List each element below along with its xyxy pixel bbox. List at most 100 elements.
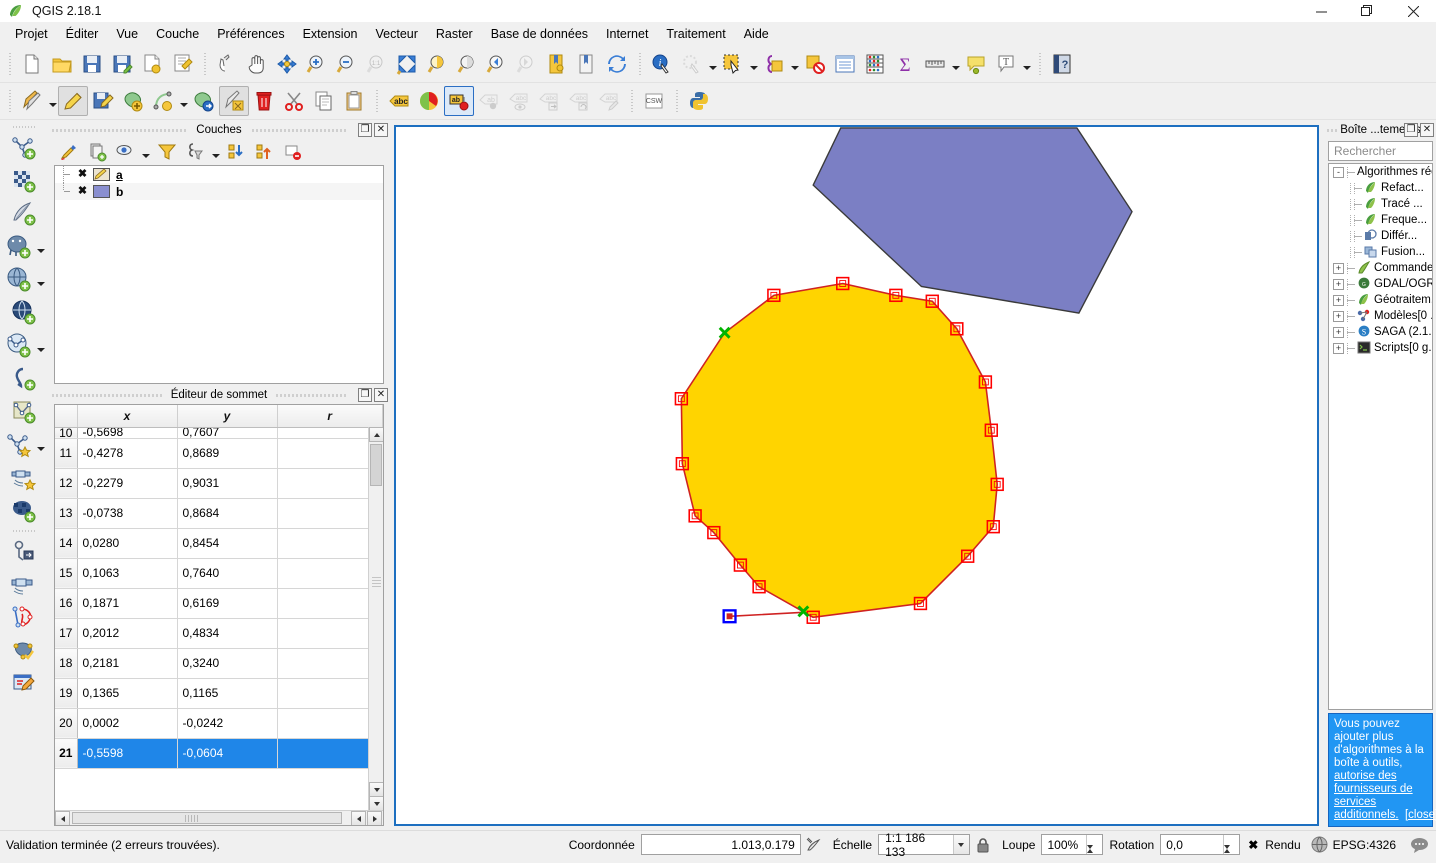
render-checkbox[interactable]: ✖: [1240, 839, 1262, 851]
zoom-out-icon[interactable]: [332, 49, 362, 79]
raster-calculator-icon[interactable]: [7, 568, 41, 601]
add-virtual-layer-icon[interactable]: [7, 494, 41, 527]
cell-x[interactable]: 0,1871: [77, 588, 178, 619]
tree-node-grass-commands[interactable]: + Commande...: [1329, 260, 1432, 276]
layer-visibility-checkbox[interactable]: ✖: [77, 169, 88, 180]
delete-selected-icon[interactable]: [249, 86, 279, 116]
tip-link[interactable]: autorise des fournisseurs de services ad…: [1334, 770, 1413, 821]
chevron-down-icon[interactable]: [210, 140, 222, 164]
cell-y[interactable]: 0,7607: [177, 427, 278, 439]
cell-r[interactable]: [277, 588, 383, 619]
globe-icon[interactable]: [1307, 836, 1333, 853]
refresh-icon[interactable]: [602, 49, 632, 79]
pan-to-selection-icon[interactable]: [272, 49, 302, 79]
cell-y[interactable]: 0,4834: [177, 618, 278, 649]
processing-toolbox-close-button[interactable]: ✕: [1420, 123, 1434, 137]
pan-map-icon[interactable]: [242, 49, 272, 79]
layer-item-b[interactable]: ✖ b: [55, 183, 383, 200]
add-delimited-text-layer-icon[interactable]: [7, 362, 41, 395]
add-polygon-feature-icon[interactable]: [118, 86, 148, 116]
table-row[interactable]: 17 0,2012 0,4834: [55, 618, 383, 649]
cell-y[interactable]: 0,8454: [177, 528, 278, 559]
add-wms-layer-icon[interactable]: [7, 296, 41, 329]
map-canvas[interactable]: [394, 125, 1319, 826]
chevron-down-icon[interactable]: [36, 329, 47, 362]
cell-y[interactable]: 0,8689: [177, 438, 278, 469]
layer-visibility-checkbox[interactable]: ✖: [77, 186, 88, 197]
remove-layer-icon[interactable]: [280, 140, 306, 164]
save-project-icon[interactable]: [77, 49, 107, 79]
cell-x[interactable]: -0,0738: [77, 498, 178, 529]
field-calculator-icon[interactable]: [860, 49, 890, 79]
table-row[interactable]: 14 0,0280 0,8454: [55, 528, 383, 559]
tree-node-union[interactable]: Fusion...: [1329, 244, 1432, 260]
vertex-editor-float-button[interactable]: ❐: [358, 388, 372, 402]
new-project-icon[interactable]: [17, 49, 47, 79]
cell-r[interactable]: [277, 438, 383, 469]
cell-y[interactable]: -0,0242: [177, 708, 278, 739]
layers-list[interactable]: ✖ a ✖ b: [54, 165, 384, 384]
save-layer-edits-icon[interactable]: [88, 86, 118, 116]
collapse-expander-icon[interactable]: -: [1333, 166, 1344, 178]
menu-aide[interactable]: Aide: [735, 24, 778, 44]
chevron-down-icon[interactable]: [47, 86, 58, 116]
cell-x[interactable]: -0,4278: [77, 438, 178, 469]
new-shapefile-layer-icon[interactable]: [7, 395, 41, 428]
menu-vue[interactable]: Vue: [107, 24, 147, 44]
maximize-button[interactable]: [1344, 0, 1390, 22]
cell-r[interactable]: [277, 468, 383, 499]
georeferencer-icon[interactable]: [7, 535, 41, 568]
menu-couche[interactable]: Couche: [147, 24, 208, 44]
topology-checker-icon[interactable]: [7, 601, 41, 634]
table-row[interactable]: 13 -0,0738 0,8684: [55, 498, 383, 529]
add-vector-layer-icon[interactable]: [7, 131, 41, 164]
spin-down-button[interactable]: [1087, 845, 1102, 863]
expand-expander-icon[interactable]: +: [1333, 310, 1344, 322]
rotation-spinner[interactable]: 0,0: [1160, 834, 1241, 863]
menu-internet[interactable]: Internet: [597, 24, 657, 44]
menu-extension[interactable]: Extension: [294, 24, 367, 44]
cell-y[interactable]: 0,8684: [177, 498, 278, 529]
filter-legend-icon[interactable]: [154, 140, 180, 164]
cell-x[interactable]: -0,2279: [77, 468, 178, 499]
hscroll-page-right-button[interactable]: [367, 811, 382, 825]
layers-panel-close-button[interactable]: ✕: [374, 123, 388, 137]
cell-r[interactable]: [277, 648, 383, 679]
spin-down-button[interactable]: [1224, 845, 1239, 863]
cell-y[interactable]: 0,1165: [177, 678, 278, 709]
chevron-down-icon[interactable]: [140, 140, 152, 164]
cell-r[interactable]: [277, 618, 383, 649]
label-layer-icon[interactable]: abc: [384, 86, 414, 116]
add-wcs-layer-icon[interactable]: [7, 461, 41, 494]
menu-projet[interactable]: Projet: [6, 24, 57, 44]
cell-y[interactable]: -0,0604: [177, 738, 278, 769]
toggle-extents-icon[interactable]: [801, 837, 827, 853]
chevron-down-icon[interactable]: [36, 428, 47, 461]
table-row[interactable]: 10 -0,5698 0,7607: [55, 427, 383, 439]
cell-y[interactable]: 0,6169: [177, 588, 278, 619]
cell-x[interactable]: 0,0002: [77, 708, 178, 739]
node-tool-icon[interactable]: [219, 86, 249, 116]
add-postgis-layer-icon[interactable]: [2, 230, 36, 263]
chevron-down-icon[interactable]: [748, 49, 759, 79]
close-button[interactable]: [1390, 0, 1436, 22]
cell-y[interactable]: 0,3240: [177, 648, 278, 679]
menu-traitement[interactable]: Traitement: [657, 24, 734, 44]
chevron-down-icon[interactable]: [1021, 49, 1032, 79]
add-group-icon[interactable]: [84, 140, 110, 164]
help-contents-icon[interactable]: ?: [1047, 49, 1077, 79]
show-hide-labels-icon[interactable]: abc: [504, 86, 534, 116]
table-row[interactable]: 15 0,1063 0,7640: [55, 558, 383, 589]
tip-close-link[interactable]: [close]: [1405, 809, 1436, 821]
vertex-col-x[interactable]: x: [77, 405, 178, 428]
zoom-to-selection-icon[interactable]: [422, 49, 452, 79]
pin-labels-icon[interactable]: ab: [474, 86, 504, 116]
chevron-down-icon[interactable]: [789, 49, 800, 79]
run-feature-action-icon[interactable]: [677, 49, 707, 79]
horizontal-scrollbar[interactable]: [55, 810, 383, 825]
zoom-full-icon[interactable]: [392, 49, 422, 79]
style-manager-icon[interactable]: [414, 86, 444, 116]
menu-editer[interactable]: Éditer: [57, 24, 108, 44]
map-tips-icon[interactable]: [961, 49, 991, 79]
layer-item-a[interactable]: ✖ a: [55, 166, 383, 183]
